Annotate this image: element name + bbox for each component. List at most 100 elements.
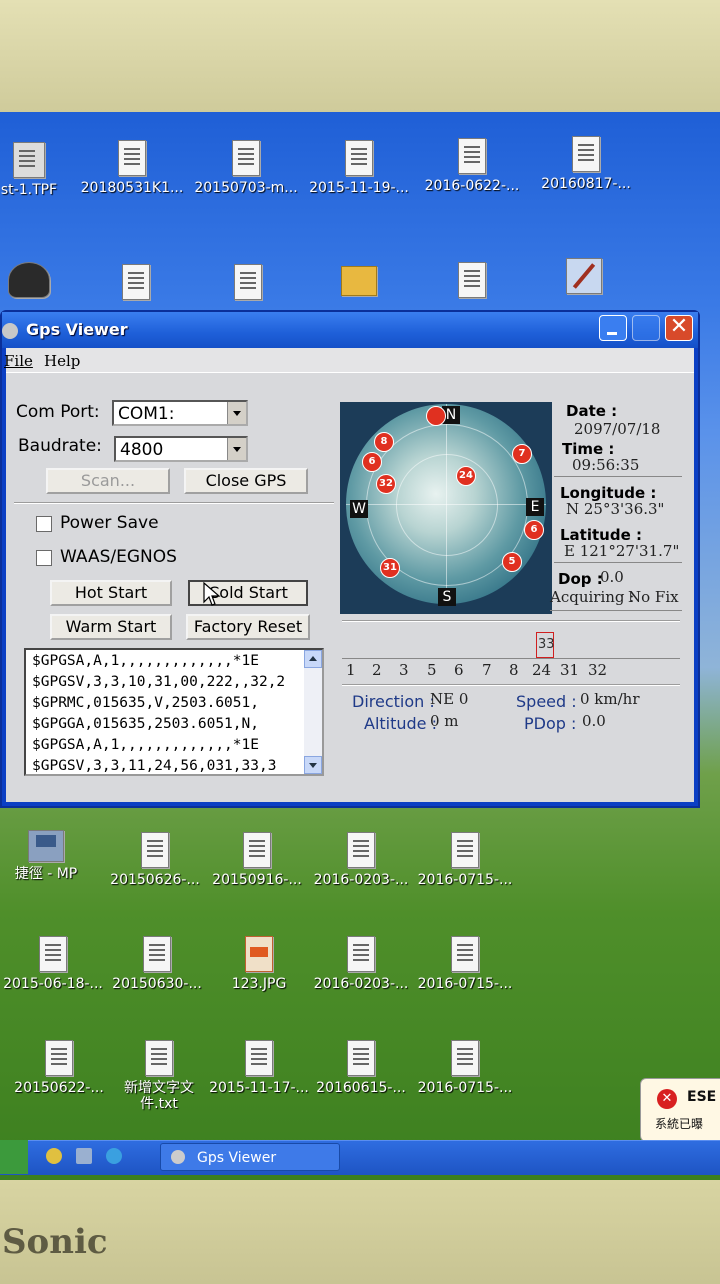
factory-reset-button[interactable]: Factory Reset xyxy=(186,614,310,640)
desktop-icon-label: 2016-0203-... xyxy=(313,976,409,992)
south-marker: S xyxy=(438,588,456,606)
desktop-icon[interactable] xyxy=(300,266,418,296)
desktop-icon[interactable]: 2016-0715-... xyxy=(406,936,524,992)
info-divider xyxy=(554,476,682,477)
notification-balloon[interactable]: ✕ ESE 系統已曝 xyxy=(640,1078,720,1142)
desktop-icon-label: 2016-0715-... xyxy=(417,976,513,992)
satellite-skyview: N E S W 8 6 32 24 7 6 5 31 xyxy=(340,402,552,614)
close-gps-button[interactable]: Close GPS xyxy=(184,468,308,494)
desktop-icon[interactable]: 20150626-... xyxy=(96,832,214,888)
desktop-icon[interactable]: 20180531K1... xyxy=(73,140,191,196)
satellite-marker: 5 xyxy=(502,552,522,572)
desktop-icon[interactable]: 2016-0203-... xyxy=(302,832,420,888)
text-file-icon xyxy=(45,1040,73,1076)
desktop-icon[interactable]: 2016-0715-... xyxy=(406,832,524,888)
shortcut-icon xyxy=(8,262,50,298)
desktop-icon[interactable] xyxy=(77,264,195,300)
desktop-icon[interactable]: 2015-11-17-... xyxy=(200,1040,318,1096)
text-file-icon xyxy=(458,262,486,298)
prn-label: 7 xyxy=(482,661,492,679)
paint-icon[interactable] xyxy=(76,1148,92,1164)
chevron-down-icon[interactable] xyxy=(227,438,246,460)
prn-label: 24 xyxy=(532,661,552,679)
scroll-down-button[interactable] xyxy=(304,756,322,774)
com-port-select[interactable]: COM1: xyxy=(112,400,248,426)
signal-bar-label: 33 xyxy=(538,637,555,652)
text-file-icon xyxy=(451,832,479,868)
log-scrollbar[interactable] xyxy=(304,650,322,774)
chevron-down-icon[interactable] xyxy=(227,402,246,424)
desktop-icon[interactable]: 20160615-... xyxy=(302,1040,420,1096)
nmea-line: $GPRMC,015635,V,2503.6051, xyxy=(32,695,259,711)
desktop-icon-label: 20160615-... xyxy=(316,1080,406,1096)
app-icon xyxy=(2,323,18,339)
mouse-cursor-icon xyxy=(203,582,221,606)
direction-label: Direction : xyxy=(352,692,435,711)
nmea-line: $GPGSV,3,3,10,31,00,222,,32,2 xyxy=(32,674,286,690)
menu-file[interactable]: File xyxy=(4,352,33,370)
text-file-icon xyxy=(458,138,486,174)
satellite-marker: 24 xyxy=(456,466,476,486)
baudrate-label: Baudrate: xyxy=(18,436,102,456)
info-divider xyxy=(550,610,682,611)
close-button[interactable]: ✕ xyxy=(665,315,693,341)
satellite-marker xyxy=(426,406,446,426)
desktop-icon[interactable]: 2015-06-18-... xyxy=(0,936,112,992)
satellite-marker: 32 xyxy=(376,474,396,494)
nmea-line: $GPGGA,015635,2503.6051,N, xyxy=(32,716,259,732)
start-button[interactable] xyxy=(0,1140,28,1174)
desktop-icon[interactable]: 2016-0715-... xyxy=(406,1040,524,1096)
desktop-icon[interactable] xyxy=(0,262,88,298)
baudrate-select[interactable]: 4800 xyxy=(114,436,248,462)
desktop-icon[interactable]: 20160817-... xyxy=(527,136,645,192)
date-label: Date : xyxy=(566,402,618,420)
hot-start-button[interactable]: Hot Start xyxy=(50,580,172,606)
time-value: 09:56:35 xyxy=(572,456,640,474)
desktop-icon[interactable]: 捷徑 - MP xyxy=(0,830,105,882)
satellite-marker: 8 xyxy=(374,432,394,452)
text-file-icon xyxy=(39,936,67,972)
desktop-icon[interactable]: 2016-0203-... xyxy=(302,936,420,992)
desktop-icon[interactable]: 20150630-... xyxy=(98,936,216,992)
minimize-button[interactable] xyxy=(599,315,627,341)
notification-text: 系統已曝 xyxy=(655,1117,704,1131)
desktop-icon-label: 20180531K1... xyxy=(80,180,184,196)
desktop-icon-label: 2016-0715-... xyxy=(417,1080,513,1096)
scroll-up-button[interactable] xyxy=(304,650,322,668)
waas-egnos-checkbox[interactable] xyxy=(36,550,52,566)
desktop-icon-label: 20160817-... xyxy=(541,176,631,192)
prn-label: 1 xyxy=(346,661,356,679)
power-save-checkbox[interactable] xyxy=(36,516,52,532)
desktop-icon[interactable]: 2015-11-19-... xyxy=(300,140,418,196)
ie-icon[interactable] xyxy=(106,1148,122,1164)
baudrate-value: 4800 xyxy=(120,440,164,460)
text-file-icon xyxy=(141,832,169,868)
desktop-icon[interactable]: 2016-0622-... xyxy=(413,138,531,194)
speed-value: 0 km/hr xyxy=(580,690,640,708)
scan-button[interactable]: Scan... xyxy=(46,468,170,494)
power-save-label: Power Save xyxy=(60,513,159,533)
text-file-icon xyxy=(451,1040,479,1076)
desktop-icon-label: 20150626-... xyxy=(110,872,200,888)
monitor-brand: Sonic xyxy=(2,1222,108,1262)
taskbar-item-gps-viewer[interactable]: Gps Viewer xyxy=(160,1143,340,1171)
gps-viewer-window: Gps Viewer ✕ File Help Com Port: COM1: B… xyxy=(0,310,700,808)
text-file-icon xyxy=(347,1040,375,1076)
title-bar[interactable]: Gps Viewer ✕ xyxy=(2,312,698,348)
text-file-icon xyxy=(145,1040,173,1076)
nmea-log-list[interactable]: $GPGSA,A,1,,,,,,,,,,,,,*1E $GPGSV,3,3,10… xyxy=(24,648,324,776)
maximize-button[interactable] xyxy=(632,315,660,341)
window-title: Gps Viewer xyxy=(26,320,128,339)
desktop-icon[interactable]: 123.JPG xyxy=(200,936,318,992)
satellite-marker: 7 xyxy=(512,444,532,464)
menu-help[interactable]: Help xyxy=(44,352,80,370)
text-file-icon xyxy=(243,832,271,868)
desktop-icon[interactable]: 20150703-m... xyxy=(187,140,305,196)
desktop-icon[interactable] xyxy=(189,264,307,300)
warm-start-button[interactable]: Warm Start xyxy=(50,614,172,640)
desktop-icon[interactable] xyxy=(413,262,531,298)
media-player-icon[interactable] xyxy=(46,1148,62,1164)
desktop-icon[interactable]: 20150916-... xyxy=(198,832,316,888)
desktop-icon[interactable] xyxy=(525,258,643,294)
tpf-file-icon xyxy=(13,142,45,178)
